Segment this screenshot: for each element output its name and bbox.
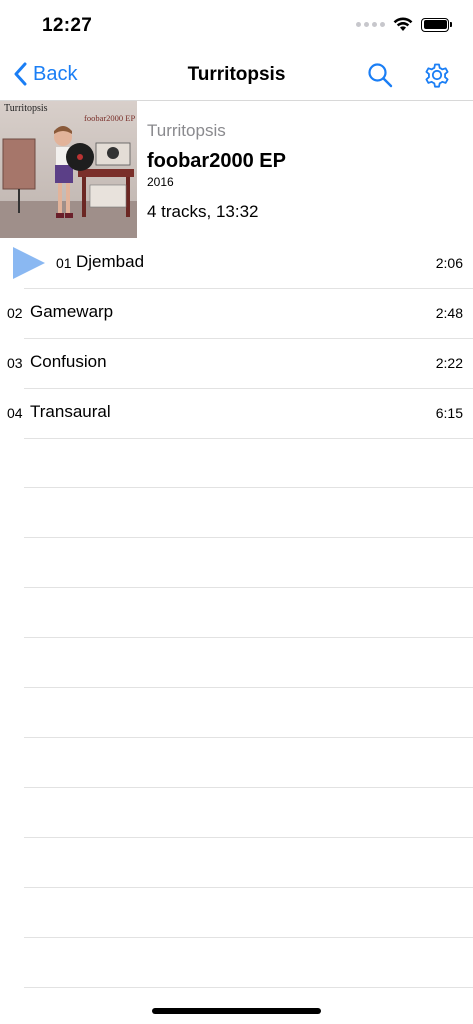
settings-gear-icon[interactable] bbox=[422, 60, 452, 90]
art-artist-text: Turritopsis bbox=[4, 103, 48, 114]
empty-row bbox=[0, 488, 473, 538]
empty-row bbox=[0, 938, 473, 988]
album-artwork-image: Turritopsis foobar2000 EP bbox=[0, 101, 137, 238]
empty-row bbox=[0, 588, 473, 638]
back-button[interactable]: Back bbox=[13, 62, 77, 86]
empty-row bbox=[0, 438, 473, 488]
art-title-text: foobar2000 EP bbox=[84, 113, 136, 123]
navigation-bar: Back Turritopsis bbox=[0, 50, 473, 101]
empty-row bbox=[0, 788, 473, 838]
track-title: Gamewarp bbox=[30, 302, 114, 321]
track-row[interactable]: 02 Gamewarp 2:48 bbox=[0, 288, 473, 339]
album-title: foobar2000 EP bbox=[147, 150, 286, 172]
track-title: Djembad bbox=[76, 252, 145, 271]
empty-row bbox=[0, 988, 473, 1024]
track-row[interactable]: 01 Djembad 2:06 bbox=[0, 238, 473, 289]
status-bar: 12:27 bbox=[0, 0, 473, 50]
track-number: 01 bbox=[56, 255, 72, 271]
empty-row bbox=[0, 538, 473, 588]
track-row[interactable]: 03 Confusion 2:22 bbox=[0, 338, 473, 389]
play-icon bbox=[13, 247, 45, 279]
chevron-left-icon bbox=[14, 62, 27, 86]
status-icons bbox=[356, 17, 452, 32]
status-time: 12:27 bbox=[42, 15, 93, 36]
track-duration: 2:06 bbox=[435, 255, 463, 271]
back-label: Back bbox=[33, 62, 78, 85]
album-summary: 4 tracks, 13:32 bbox=[147, 202, 259, 221]
track-number: 04 bbox=[7, 405, 23, 421]
track-number: 02 bbox=[7, 305, 23, 321]
empty-row bbox=[0, 688, 473, 738]
album-artwork: Turritopsis foobar2000 EP bbox=[0, 101, 137, 238]
empty-row bbox=[0, 838, 473, 888]
track-list: 01 Djembad 2:06 02 Gamewarp 2:48 03 Conf… bbox=[0, 238, 473, 1024]
search-icon[interactable] bbox=[366, 61, 394, 89]
home-indicator[interactable] bbox=[152, 1008, 321, 1014]
track-title: Confusion bbox=[30, 352, 107, 371]
track-number: 03 bbox=[7, 355, 23, 371]
empty-row bbox=[0, 888, 473, 938]
album-header: Turritopsis foobar2000 EP Turritopsis fo… bbox=[0, 101, 473, 238]
track-duration: 2:48 bbox=[435, 305, 463, 321]
album-year: 2016 bbox=[147, 175, 174, 189]
wifi-icon bbox=[393, 17, 413, 31]
track-duration: 6:15 bbox=[435, 405, 463, 421]
empty-row bbox=[0, 738, 473, 788]
album-artist: Turritopsis bbox=[147, 121, 226, 140]
track-title: Transaural bbox=[30, 402, 111, 421]
track-duration: 2:22 bbox=[435, 355, 463, 371]
battery-icon bbox=[421, 17, 452, 32]
empty-row bbox=[0, 638, 473, 688]
track-row[interactable]: 04 Transaural 6:15 bbox=[0, 388, 473, 439]
cellular-signal-icon bbox=[356, 22, 385, 27]
